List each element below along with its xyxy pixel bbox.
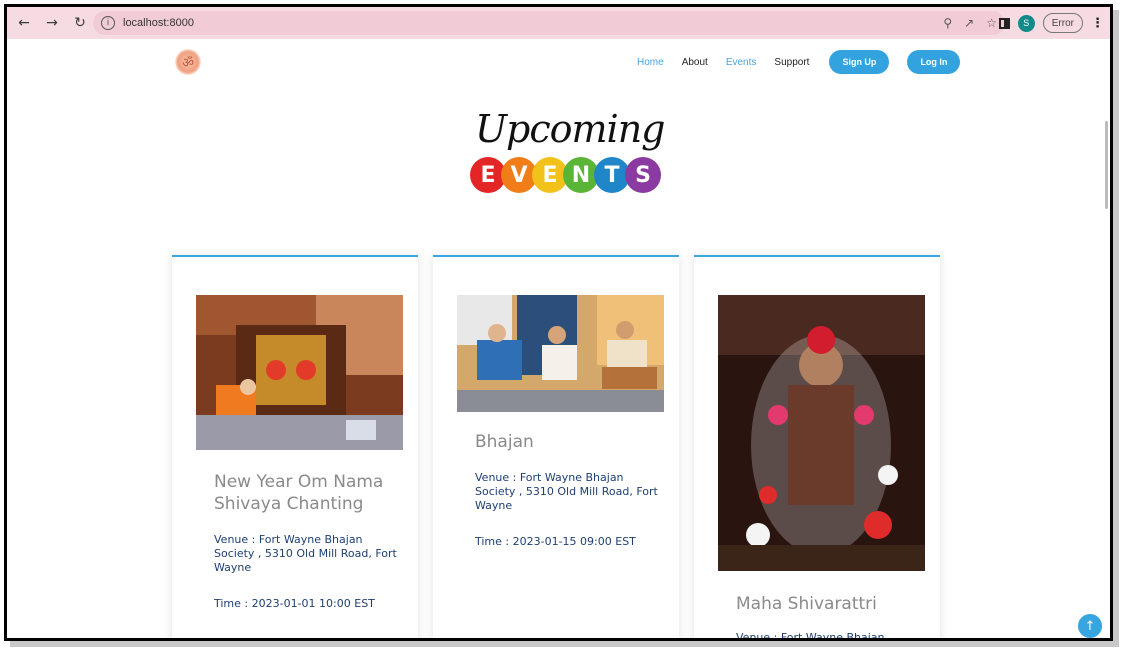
event-image: [718, 295, 925, 571]
hero-upcoming-text: Upcoming: [475, 107, 666, 151]
browser-toolbar: ← → ↻ i localhost:8000 ⚲ ↗ ☆ S Error ⋮: [7, 7, 1110, 39]
error-badge[interactable]: Error: [1042, 13, 1083, 33]
star-icon[interactable]: ☆: [986, 16, 997, 30]
event-title[interactable]: Maha Shivarattri: [736, 593, 926, 615]
hero-letter: S: [625, 157, 661, 193]
nav-events[interactable]: Events: [726, 57, 757, 68]
signup-button[interactable]: Sign Up: [829, 50, 890, 74]
browser-window: ← → ↻ i localhost:8000 ⚲ ↗ ☆ S Error ⋮ ॐ…: [4, 4, 1113, 641]
address-bar-actions: ⚲ ↗ ☆: [943, 11, 997, 35]
site-nav: Home About Events Support Sign Up Log In: [637, 47, 961, 77]
event-venue: Venue : Fort Wayne Bhajan Society , 5310…: [475, 471, 658, 512]
event-time: Time : 2023-01-15 09:00 EST: [475, 535, 636, 548]
menu-icon[interactable]: ⋮: [1091, 16, 1104, 31]
info-icon[interactable]: i: [101, 16, 115, 30]
event-time: Time : 2023-01-01 10:00 EST: [214, 597, 375, 610]
event-card[interactable]: Maha Shivarattri Venue : Fort Wayne Bhaj…: [694, 255, 940, 641]
toolbar-right: S Error ⋮: [998, 11, 1104, 35]
nav-home[interactable]: Home: [637, 57, 664, 68]
side-panel-icon[interactable]: [998, 17, 1010, 29]
event-image: [457, 295, 664, 412]
forward-icon[interactable]: →: [41, 12, 63, 34]
nav-about[interactable]: About: [682, 57, 708, 68]
back-icon[interactable]: ←: [13, 12, 35, 34]
address-bar[interactable]: i localhost:8000 ⚲ ↗ ☆: [93, 11, 1005, 35]
om-logo-icon[interactable]: ॐ: [175, 49, 201, 75]
event-venue: Venue : Fort Wayne Bhajan: [736, 631, 885, 641]
event-title[interactable]: New Year Om Nama Shivaya Chanting: [214, 471, 404, 515]
page-scrollbar[interactable]: [1105, 121, 1108, 209]
nav-support[interactable]: Support: [774, 57, 809, 68]
login-button[interactable]: Log In: [907, 50, 961, 74]
arrow-up-icon: ↑: [1084, 618, 1096, 634]
zoom-icon[interactable]: ⚲: [943, 16, 952, 30]
reload-icon[interactable]: ↻: [69, 12, 91, 34]
url-text: localhost:8000: [123, 17, 194, 29]
scroll-to-top-button[interactable]: ↑: [1078, 614, 1102, 638]
event-image: [196, 295, 403, 450]
event-title[interactable]: Bhajan: [475, 431, 665, 453]
profile-avatar[interactable]: S: [1017, 14, 1035, 32]
share-icon[interactable]: ↗: [964, 16, 974, 30]
hero-events-letters: E V E N T S: [470, 157, 661, 201]
event-venue: Venue : Fort Wayne Bhajan Society , 5310…: [214, 533, 397, 574]
event-card[interactable]: New Year Om Nama Shivaya Chanting Venue …: [172, 255, 418, 638]
event-card[interactable]: Bhajan Venue : Fort Wayne Bhajan Society…: [433, 255, 679, 638]
